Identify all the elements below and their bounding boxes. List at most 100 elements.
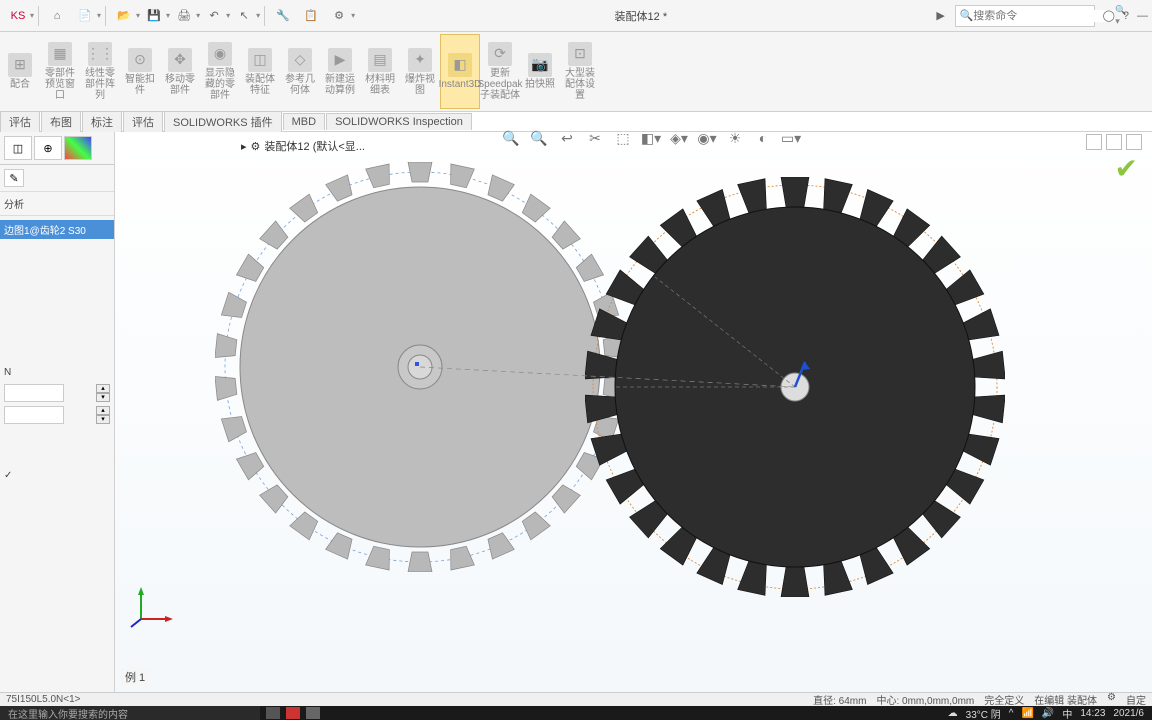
taskbar-app-1[interactable] bbox=[266, 707, 280, 719]
section-icon[interactable]: ✂ bbox=[584, 127, 606, 149]
zoom-area-icon[interactable]: 🔍 bbox=[528, 127, 550, 149]
panel-tab-config[interactable]: ⊕ bbox=[34, 136, 62, 160]
undo-icon[interactable]: ↶ bbox=[202, 4, 226, 28]
status-left: 75I150L5.0N<1> bbox=[6, 694, 81, 705]
new-icon[interactable]: 📄 bbox=[73, 4, 97, 28]
status-length: 直径: 64mm bbox=[813, 692, 866, 707]
chevron-down-icon[interactable]: ▾ bbox=[30, 11, 34, 20]
assembly-icon: ⚙ bbox=[251, 140, 261, 153]
ribbon-pattern[interactable]: ⋮⋮线性零部件阵列 bbox=[80, 34, 120, 109]
clock-time[interactable]: 14:23 bbox=[1080, 708, 1105, 719]
panel-tool-icon[interactable]: ✎ bbox=[4, 169, 24, 187]
scene-icon[interactable]: ☀ bbox=[724, 127, 746, 149]
chevron-down-icon[interactable]: ▾ bbox=[226, 11, 230, 20]
tab-mbd[interactable]: MBD bbox=[283, 113, 325, 130]
print-icon[interactable]: 🖨 bbox=[172, 4, 196, 28]
tab-inspection[interactable]: SOLIDWORKS Inspection bbox=[326, 113, 472, 130]
options-icon[interactable]: 📋 bbox=[299, 4, 323, 28]
user-icon[interactable]: ◯ bbox=[1103, 9, 1115, 22]
help-icon[interactable]: ? bbox=[1123, 10, 1129, 22]
property-panel: ◫ ⊕ ✎ 分析 边图1@齿轮2 S30 N ▴▾ ▴▾ ✓ bbox=[0, 132, 115, 692]
search-input[interactable] bbox=[973, 10, 1115, 22]
ribbon-assyfeature[interactable]: ◫装配体特征 bbox=[240, 34, 280, 109]
taskbar-app-2[interactable] bbox=[286, 707, 300, 719]
clock-date[interactable]: 2021/6 bbox=[1113, 708, 1144, 719]
ribbon-motion[interactable]: ▶新建运动算例 bbox=[320, 34, 360, 109]
tab-evaluate[interactable]: 评估 bbox=[123, 111, 163, 132]
chevron-down-icon[interactable]: ▾ bbox=[256, 11, 260, 20]
ribbon-explode[interactable]: ✦爆炸视图 bbox=[400, 34, 440, 109]
weather-text[interactable]: 33°C 阴 bbox=[966, 706, 1001, 721]
tab-addins[interactable]: SOLIDWORKS 插件 bbox=[164, 111, 282, 132]
zoom-fit-icon[interactable]: 🔍 bbox=[500, 127, 522, 149]
viewport-icon[interactable]: ▭▾ bbox=[780, 127, 802, 149]
home-icon[interactable]: ⌂ bbox=[45, 4, 69, 28]
spinner-2[interactable]: ▴▾ bbox=[0, 404, 114, 426]
view-orient-icon[interactable]: ⬚ bbox=[612, 127, 634, 149]
tab-sketch[interactable]: 评估 bbox=[0, 111, 40, 132]
search-icon: 🔍 bbox=[960, 9, 974, 22]
gear-left[interactable] bbox=[215, 162, 625, 572]
chevron-down-icon[interactable]: ▾ bbox=[97, 11, 101, 20]
panel-tab-tree[interactable]: ◫ bbox=[4, 136, 32, 160]
vc-3[interactable] bbox=[1126, 134, 1142, 150]
tray-up-icon[interactable]: ^ bbox=[1009, 708, 1014, 719]
render-icon[interactable]: ◐ bbox=[752, 127, 774, 149]
status-bar: 75I150L5.0N<1> 直径: 64mm 中心: 0mm,0mm,0mm … bbox=[0, 692, 1152, 706]
taskbar-search[interactable]: 在这里输入你要搜索的内容 bbox=[0, 706, 260, 720]
selected-entity[interactable]: 边图1@齿轮2 S30 bbox=[0, 220, 114, 239]
tray-net-icon[interactable]: 📶 bbox=[1021, 708, 1033, 719]
play-icon[interactable]: ▶ bbox=[929, 4, 953, 28]
gear-right[interactable] bbox=[585, 177, 1005, 597]
instance-label: 例 1 bbox=[121, 668, 149, 686]
ribbon-showhidden[interactable]: ◉显示隐藏的零部件 bbox=[200, 34, 240, 109]
command-search[interactable]: 🔍 🔍▾ bbox=[955, 5, 1095, 27]
prev-view-icon[interactable]: ↩ bbox=[556, 127, 578, 149]
ribbon-move[interactable]: ✥移动零部件 bbox=[160, 34, 200, 109]
ribbon-refgeom[interactable]: ◇参考几何体 bbox=[280, 34, 320, 109]
chevron-down-icon[interactable]: ▾ bbox=[166, 11, 170, 20]
heads-up-toolbar: 🔍 🔍 ↩ ✂ ⬚ ◧▾ ◈▾ ◉▾ ☀ ◐ ▭▾ bbox=[500, 124, 802, 152]
weather-icon[interactable]: ☁ bbox=[948, 708, 958, 719]
open-icon[interactable]: 📂 bbox=[112, 4, 136, 28]
vc-1[interactable] bbox=[1086, 134, 1102, 150]
ribbon-preview[interactable]: ▦零部件预览窗口 bbox=[40, 34, 80, 109]
panel-letter: N bbox=[0, 363, 114, 382]
tray-ime[interactable]: 中 bbox=[1062, 706, 1072, 721]
ribbon-smartfastener[interactable]: ⊙智能扣件 bbox=[120, 34, 160, 109]
minimize-icon[interactable]: — bbox=[1137, 10, 1148, 22]
ribbon-largeassy[interactable]: ⊡大型装配体设置 bbox=[560, 34, 600, 109]
ribbon-speedpak[interactable]: ⟳更新Speedpak子装配体 bbox=[480, 34, 520, 109]
tray-vol-icon[interactable]: 🔊 bbox=[1042, 708, 1054, 719]
select-icon[interactable]: ↖ bbox=[232, 4, 256, 28]
appearance-icon[interactable]: ◉▾ bbox=[696, 127, 718, 149]
save-icon[interactable]: 💾 bbox=[142, 4, 166, 28]
ribbon-mate[interactable]: ⊞配合 bbox=[0, 34, 40, 109]
panel-tab-display[interactable] bbox=[64, 136, 92, 160]
ribbon-instant3d[interactable]: ◧Instant3D bbox=[440, 34, 480, 109]
panel-subtab-label[interactable]: 分析 bbox=[0, 192, 114, 215]
taskbar-app-3[interactable] bbox=[306, 707, 320, 719]
confirm-checkmark-icon[interactable]: ✔ bbox=[1115, 152, 1138, 185]
vc-2[interactable] bbox=[1106, 134, 1122, 150]
app-menu-icon[interactable]: KS bbox=[6, 4, 30, 28]
graphics-viewport[interactable]: ▸ ⚙ 装配体12 (默认<显... ✔ bbox=[115, 132, 1152, 692]
tree-root[interactable]: 装配体12 (默认<显... bbox=[264, 138, 365, 154]
orientation-triad[interactable] bbox=[129, 581, 179, 634]
rebuild-icon[interactable]: 🔧 bbox=[271, 4, 295, 28]
viewport-controls bbox=[1086, 134, 1142, 150]
ribbon-snapshot[interactable]: 📷拍快照 bbox=[520, 34, 560, 109]
display-style-icon[interactable]: ◧▾ bbox=[640, 127, 662, 149]
gear-icon[interactable]: ⚙ bbox=[327, 4, 351, 28]
flyout-tree[interactable]: ▸ ⚙ 装配体12 (默认<显... bbox=[235, 132, 435, 160]
ribbon-bom[interactable]: ▤材料明细表 bbox=[360, 34, 400, 109]
expand-icon[interactable]: ▸ bbox=[241, 140, 247, 153]
spinner-1[interactable]: ▴▾ bbox=[0, 382, 114, 404]
chevron-down-icon[interactable]: ▾ bbox=[136, 11, 140, 20]
windows-taskbar: 在这里输入你要搜索的内容 ☁ 33°C 阴 ^ 📶 🔊 中 14:23 2021… bbox=[0, 706, 1152, 720]
document-title: 装配体12 * bbox=[355, 8, 926, 24]
tab-annotate[interactable]: 标注 bbox=[82, 111, 122, 132]
tab-layout[interactable]: 布图 bbox=[41, 111, 81, 132]
hide-show-icon[interactable]: ◈▾ bbox=[668, 127, 690, 149]
chevron-down-icon[interactable]: ▾ bbox=[196, 11, 200, 20]
